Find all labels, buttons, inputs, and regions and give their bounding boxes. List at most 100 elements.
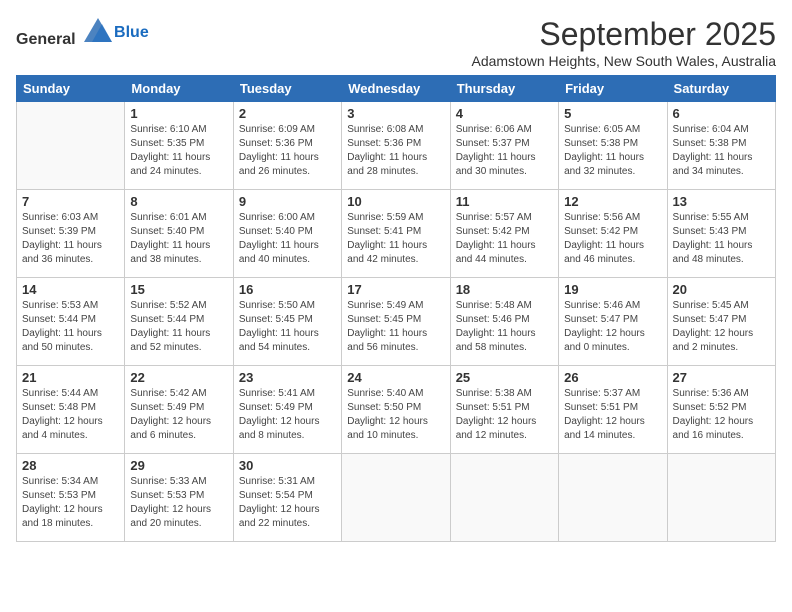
day-info: Sunrise: 6:05 AM Sunset: 5:38 PM Dayligh… xyxy=(564,123,661,179)
page-header: General Blue September 2025 Adamstown He… xyxy=(16,16,776,69)
day-info: Sunrise: 5:49 AM Sunset: 5:45 PM Dayligh… xyxy=(347,299,444,355)
day-number: 5 xyxy=(564,106,661,121)
day-info: Sunrise: 5:44 AM Sunset: 5:48 PM Dayligh… xyxy=(22,387,119,443)
calendar-day-cell: 30 Sunrise: 5:31 AM Sunset: 5:54 PM Dayli… xyxy=(233,454,341,542)
day-number: 23 xyxy=(239,370,336,385)
calendar-day-cell: 7 Sunrise: 6:03 AM Sunset: 5:39 PM Daylig… xyxy=(17,190,125,278)
calendar-day-cell: 15 Sunrise: 5:52 AM Sunset: 5:44 PM Dayli… xyxy=(125,278,233,366)
day-number: 18 xyxy=(456,282,553,297)
day-info: Sunrise: 5:57 AM Sunset: 5:42 PM Dayligh… xyxy=(456,211,553,267)
logo-icon xyxy=(82,16,114,44)
day-info: Sunrise: 6:04 AM Sunset: 5:38 PM Dayligh… xyxy=(673,123,770,179)
day-of-week-header: Wednesday xyxy=(342,76,450,102)
day-number: 12 xyxy=(564,194,661,209)
day-info: Sunrise: 5:45 AM Sunset: 5:47 PM Dayligh… xyxy=(673,299,770,355)
calendar-table: SundayMondayTuesdayWednesdayThursdayFrid… xyxy=(16,75,776,542)
calendar-week-row: 21 Sunrise: 5:44 AM Sunset: 5:48 PM Dayli… xyxy=(17,366,776,454)
day-info: Sunrise: 5:31 AM Sunset: 5:54 PM Dayligh… xyxy=(239,475,336,531)
day-number: 8 xyxy=(130,194,227,209)
calendar-day-cell: 16 Sunrise: 5:50 AM Sunset: 5:45 PM Dayli… xyxy=(233,278,341,366)
day-of-week-header: Sunday xyxy=(17,76,125,102)
day-info: Sunrise: 6:03 AM Sunset: 5:39 PM Dayligh… xyxy=(22,211,119,267)
day-number: 7 xyxy=(22,194,119,209)
calendar-day-cell: 9 Sunrise: 6:00 AM Sunset: 5:40 PM Daylig… xyxy=(233,190,341,278)
day-info: Sunrise: 6:00 AM Sunset: 5:40 PM Dayligh… xyxy=(239,211,336,267)
calendar-day-cell: 11 Sunrise: 5:57 AM Sunset: 5:42 PM Dayli… xyxy=(450,190,558,278)
day-number: 16 xyxy=(239,282,336,297)
day-info: Sunrise: 5:34 AM Sunset: 5:53 PM Dayligh… xyxy=(22,475,119,531)
day-info: Sunrise: 5:55 AM Sunset: 5:43 PM Dayligh… xyxy=(673,211,770,267)
calendar-week-row: 14Sunrise: 5:53 AM Sunset: 5:44 PM Dayli… xyxy=(17,278,776,366)
logo: General Blue xyxy=(16,16,149,49)
day-info: Sunrise: 5:46 AM Sunset: 5:47 PM Dayligh… xyxy=(564,299,661,355)
day-number: 6 xyxy=(673,106,770,121)
calendar-week-row: 7 Sunrise: 6:03 AM Sunset: 5:39 PM Daylig… xyxy=(17,190,776,278)
day-of-week-header: Friday xyxy=(559,76,667,102)
day-number: 9 xyxy=(239,194,336,209)
day-info: Sunrise: 5:37 AM Sunset: 5:51 PM Dayligh… xyxy=(564,387,661,443)
day-number: 11 xyxy=(456,194,553,209)
day-number: 22 xyxy=(130,370,227,385)
day-number: 20 xyxy=(673,282,770,297)
day-of-week-header: Saturday xyxy=(667,76,775,102)
day-info: Sunrise: 5:50 AM Sunset: 5:45 PM Dayligh… xyxy=(239,299,336,355)
calendar-day-cell: 14Sunrise: 5:53 AM Sunset: 5:44 PM Dayli… xyxy=(17,278,125,366)
day-number: 19 xyxy=(564,282,661,297)
day-info: Sunrise: 5:42 AM Sunset: 5:49 PM Dayligh… xyxy=(130,387,227,443)
day-number: 1 xyxy=(130,106,227,121)
calendar-day-cell: 23 Sunrise: 5:41 AM Sunset: 5:49 PM Dayli… xyxy=(233,366,341,454)
calendar-day-cell: 26Sunrise: 5:37 AM Sunset: 5:51 PM Dayli… xyxy=(559,366,667,454)
day-info: Sunrise: 6:01 AM Sunset: 5:40 PM Dayligh… xyxy=(130,211,227,267)
calendar-day-cell: 21 Sunrise: 5:44 AM Sunset: 5:48 PM Dayli… xyxy=(17,366,125,454)
calendar-week-row: 28 Sunrise: 5:34 AM Sunset: 5:53 PM Dayli… xyxy=(17,454,776,542)
day-info: Sunrise: 5:41 AM Sunset: 5:49 PM Dayligh… xyxy=(239,387,336,443)
calendar-day-cell: 18 Sunrise: 5:48 AM Sunset: 5:46 PM Dayli… xyxy=(450,278,558,366)
calendar-day-cell: 25Sunrise: 5:38 AM Sunset: 5:51 PM Dayli… xyxy=(450,366,558,454)
day-number: 4 xyxy=(456,106,553,121)
calendar-header-row: SundayMondayTuesdayWednesdayThursdayFrid… xyxy=(17,76,776,102)
logo-blue: Blue xyxy=(114,24,149,41)
day-info: Sunrise: 6:09 AM Sunset: 5:36 PM Dayligh… xyxy=(239,123,336,179)
month-title: September 2025 xyxy=(471,16,776,53)
day-info: Sunrise: 5:33 AM Sunset: 5:53 PM Dayligh… xyxy=(130,475,227,531)
location-title: Adamstown Heights, New South Wales, Aust… xyxy=(471,53,776,69)
day-info: Sunrise: 5:48 AM Sunset: 5:46 PM Dayligh… xyxy=(456,299,553,355)
calendar-day-cell: 4 Sunrise: 6:06 AM Sunset: 5:37 PM Daylig… xyxy=(450,102,558,190)
title-section: September 2025 Adamstown Heights, New So… xyxy=(471,16,776,69)
day-info: Sunrise: 6:06 AM Sunset: 5:37 PM Dayligh… xyxy=(456,123,553,179)
calendar-day-cell xyxy=(559,454,667,542)
day-number: 28 xyxy=(22,458,119,473)
calendar-day-cell: 12 Sunrise: 5:56 AM Sunset: 5:42 PM Dayli… xyxy=(559,190,667,278)
day-number: 24 xyxy=(347,370,444,385)
calendar-day-cell: 8 Sunrise: 6:01 AM Sunset: 5:40 PM Daylig… xyxy=(125,190,233,278)
day-number: 15 xyxy=(130,282,227,297)
calendar-day-cell: 2 Sunrise: 6:09 AM Sunset: 5:36 PM Daylig… xyxy=(233,102,341,190)
day-info: Sunrise: 5:59 AM Sunset: 5:41 PM Dayligh… xyxy=(347,211,444,267)
day-number: 25 xyxy=(456,370,553,385)
calendar-day-cell: 1Sunrise: 6:10 AM Sunset: 5:35 PM Daylig… xyxy=(125,102,233,190)
day-info: Sunrise: 6:08 AM Sunset: 5:36 PM Dayligh… xyxy=(347,123,444,179)
day-info: Sunrise: 5:36 AM Sunset: 5:52 PM Dayligh… xyxy=(673,387,770,443)
day-info: Sunrise: 5:52 AM Sunset: 5:44 PM Dayligh… xyxy=(130,299,227,355)
day-number: 17 xyxy=(347,282,444,297)
calendar-day-cell: 3 Sunrise: 6:08 AM Sunset: 5:36 PM Daylig… xyxy=(342,102,450,190)
calendar-day-cell: 27 Sunrise: 5:36 AM Sunset: 5:52 PM Dayli… xyxy=(667,366,775,454)
calendar-day-cell xyxy=(450,454,558,542)
calendar-day-cell: 13 Sunrise: 5:55 AM Sunset: 5:43 PM Dayli… xyxy=(667,190,775,278)
day-number: 13 xyxy=(673,194,770,209)
calendar-day-cell: 29Sunrise: 5:33 AM Sunset: 5:53 PM Dayli… xyxy=(125,454,233,542)
calendar-day-cell: 10Sunrise: 5:59 AM Sunset: 5:41 PM Dayli… xyxy=(342,190,450,278)
day-of-week-header: Monday xyxy=(125,76,233,102)
day-number: 21 xyxy=(22,370,119,385)
day-number: 3 xyxy=(347,106,444,121)
day-number: 27 xyxy=(673,370,770,385)
logo-general: General xyxy=(16,31,76,48)
day-number: 30 xyxy=(239,458,336,473)
calendar-day-cell: 28 Sunrise: 5:34 AM Sunset: 5:53 PM Dayli… xyxy=(17,454,125,542)
day-info: Sunrise: 5:40 AM Sunset: 5:50 PM Dayligh… xyxy=(347,387,444,443)
calendar-day-cell xyxy=(342,454,450,542)
calendar-day-cell: 19 Sunrise: 5:46 AM Sunset: 5:47 PM Dayli… xyxy=(559,278,667,366)
calendar-day-cell: 5 Sunrise: 6:05 AM Sunset: 5:38 PM Daylig… xyxy=(559,102,667,190)
day-number: 2 xyxy=(239,106,336,121)
day-info: Sunrise: 5:56 AM Sunset: 5:42 PM Dayligh… xyxy=(564,211,661,267)
